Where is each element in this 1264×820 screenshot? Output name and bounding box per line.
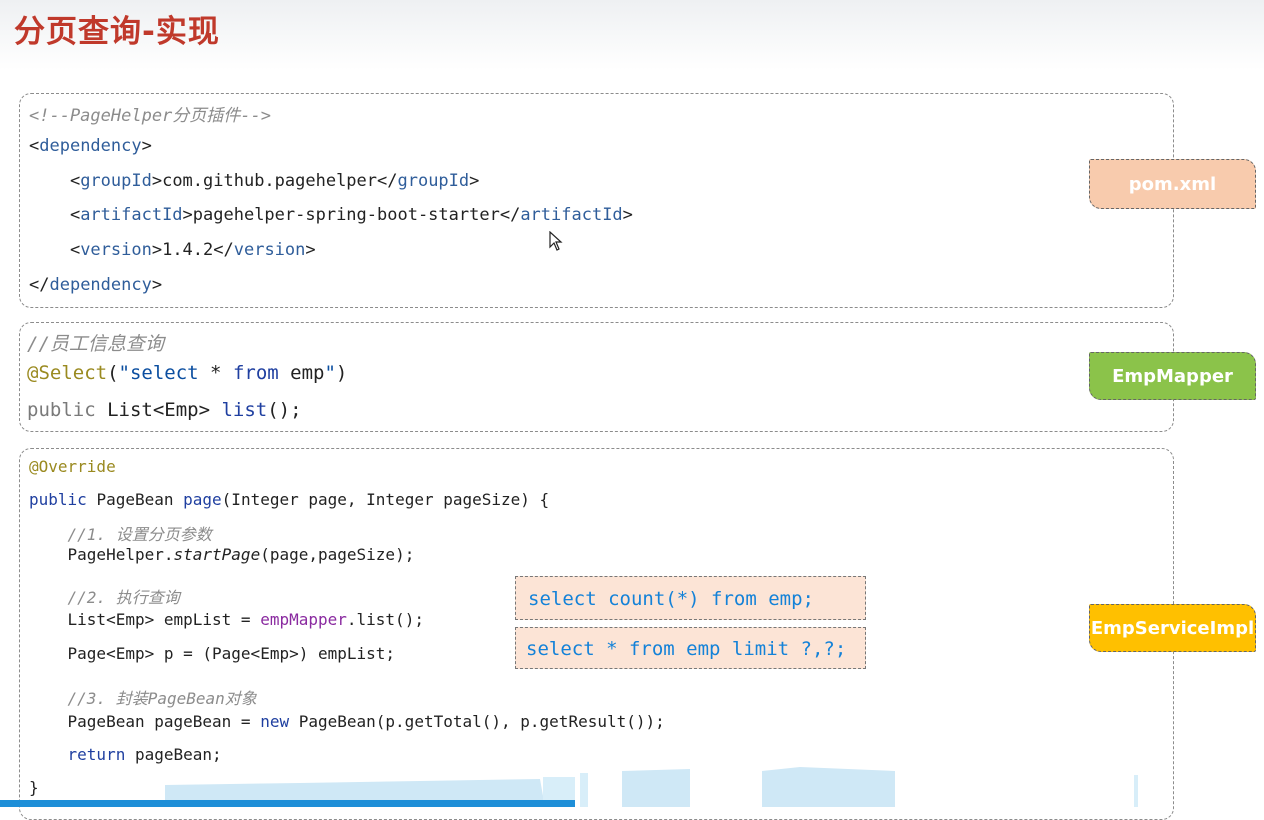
code-token: version (80, 240, 152, 260)
code-token: >com.github.pagehelper</ (151, 171, 398, 191)
code-token: >pagehelper-spring-boot-starter</ (182, 205, 521, 225)
mapper-code-line: public List<Emp> list(); (27, 399, 302, 421)
code-token: PageBean (96, 490, 184, 509)
code-token: .list(); (346, 610, 424, 629)
code-token: ( (107, 362, 119, 384)
code-token: > (622, 205, 633, 225)
code-token: dependency (39, 136, 142, 156)
code-token: page (183, 490, 222, 509)
code-token: >1.4.2</ (151, 240, 234, 260)
code-token: > (141, 136, 152, 156)
service-code-line: PageHelper.startPage(page,pageSize); (29, 545, 415, 564)
code-token: //2. 执行查询 (29, 588, 180, 607)
code-token: (page,pageSize); (260, 545, 415, 564)
sql-limit-box: select * from emp limit ?,?; (515, 627, 866, 669)
code-token: artifactId (80, 205, 183, 225)
service-code-line: public PageBean page(Integer page, Integ… (29, 490, 549, 509)
service-code-line: @Override (29, 457, 116, 476)
mapper-code-line: @Select("select * from emp") (27, 362, 347, 384)
code-token: pageBean; (134, 745, 222, 764)
service-code-line: PageBean pageBean = new PageBean(p.getTo… (29, 712, 665, 731)
mapper-code-line: //员工信息查询 (27, 329, 164, 356)
code-token: </ (29, 275, 50, 295)
code-token: new (260, 712, 299, 731)
pom-code-line: <!--PageHelper分页插件--> (29, 101, 271, 126)
tag-emp-mapper: EmpMapper (1089, 352, 1256, 400)
code-token: * (210, 362, 233, 384)
code-token: //1. 设置分页参数 (29, 525, 212, 544)
code-token: startPage (173, 545, 261, 564)
code-token: " (324, 362, 336, 384)
code-token: PageBean pageBean = (29, 712, 261, 731)
code-token: //员工信息查询 (27, 333, 164, 355)
code-token: List<Emp> (107, 399, 222, 421)
code-token: emp (290, 362, 325, 384)
service-code-line: return pageBean; (29, 745, 222, 764)
service-code-line: Page<Emp> p = (Page<Emp>) empList; (29, 644, 396, 663)
pom-code-line: </dependency> (29, 275, 162, 295)
sql-count-box: select count(*) from emp; (515, 576, 866, 620)
code-token: < (29, 136, 40, 156)
code-token: > (151, 275, 163, 295)
code-token: dependency (49, 275, 152, 295)
page-title: 分页查询-实现 (14, 14, 220, 50)
pom-code-line: <dependency> (29, 136, 152, 156)
service-code-line: //2. 执行查询 (29, 584, 180, 608)
code-token: @Select (27, 362, 108, 384)
mouse-cursor-icon (549, 231, 563, 251)
service-code-line: //1. 设置分页参数 (29, 521, 212, 545)
pom-code-line: <groupId>com.github.pagehelper</groupId> (29, 171, 479, 191)
code-token: <!--PageHelper分页插件--> (29, 106, 271, 126)
code-token: artifactId (520, 205, 623, 225)
pom-code-line: <artifactId>pagehelper-spring-boot-start… (29, 205, 633, 225)
code-token: < (29, 240, 81, 260)
progress-strip (0, 800, 575, 807)
code-token: ) (335, 362, 348, 384)
code-token: (); (267, 399, 302, 421)
code-token: public (27, 399, 108, 421)
tag-emp-service-impl: EmpServiceImpl (1089, 604, 1256, 652)
pom-code-line: <version>1.4.2</version> (29, 240, 316, 260)
tag-pom-xml: pom.xml (1089, 159, 1256, 209)
code-token: PageHelper. (29, 545, 174, 564)
code-token: groupId (397, 171, 470, 191)
code-token: @Override (29, 457, 116, 476)
code-token: version (233, 240, 306, 260)
code-token: List<Emp> empList = (29, 610, 261, 629)
code-token: < (29, 205, 81, 225)
code-token: //3. 封装PageBean对象 (29, 689, 257, 708)
code-token: public (29, 490, 97, 509)
code-token: from (232, 362, 291, 384)
code-token: groupId (80, 171, 152, 191)
service-code-line: List<Emp> empList = empMapper.list(); (29, 610, 424, 629)
code-token: empMapper (260, 610, 347, 629)
code-token: list (221, 399, 268, 421)
code-token: "select (118, 362, 211, 384)
code-token: > (305, 240, 316, 260)
code-token: PageBean(p.getTotal(), p.getResult()); (298, 712, 665, 731)
code-token: Page<Emp> p = (Page<Emp>) empList; (29, 644, 396, 663)
code-token: return (29, 745, 135, 764)
code-token: > (469, 171, 480, 191)
code-token: < (29, 171, 81, 191)
service-code-line: //3. 封装PageBean对象 (29, 685, 257, 709)
code-token: (Integer page, Integer pageSize) { (221, 490, 550, 509)
